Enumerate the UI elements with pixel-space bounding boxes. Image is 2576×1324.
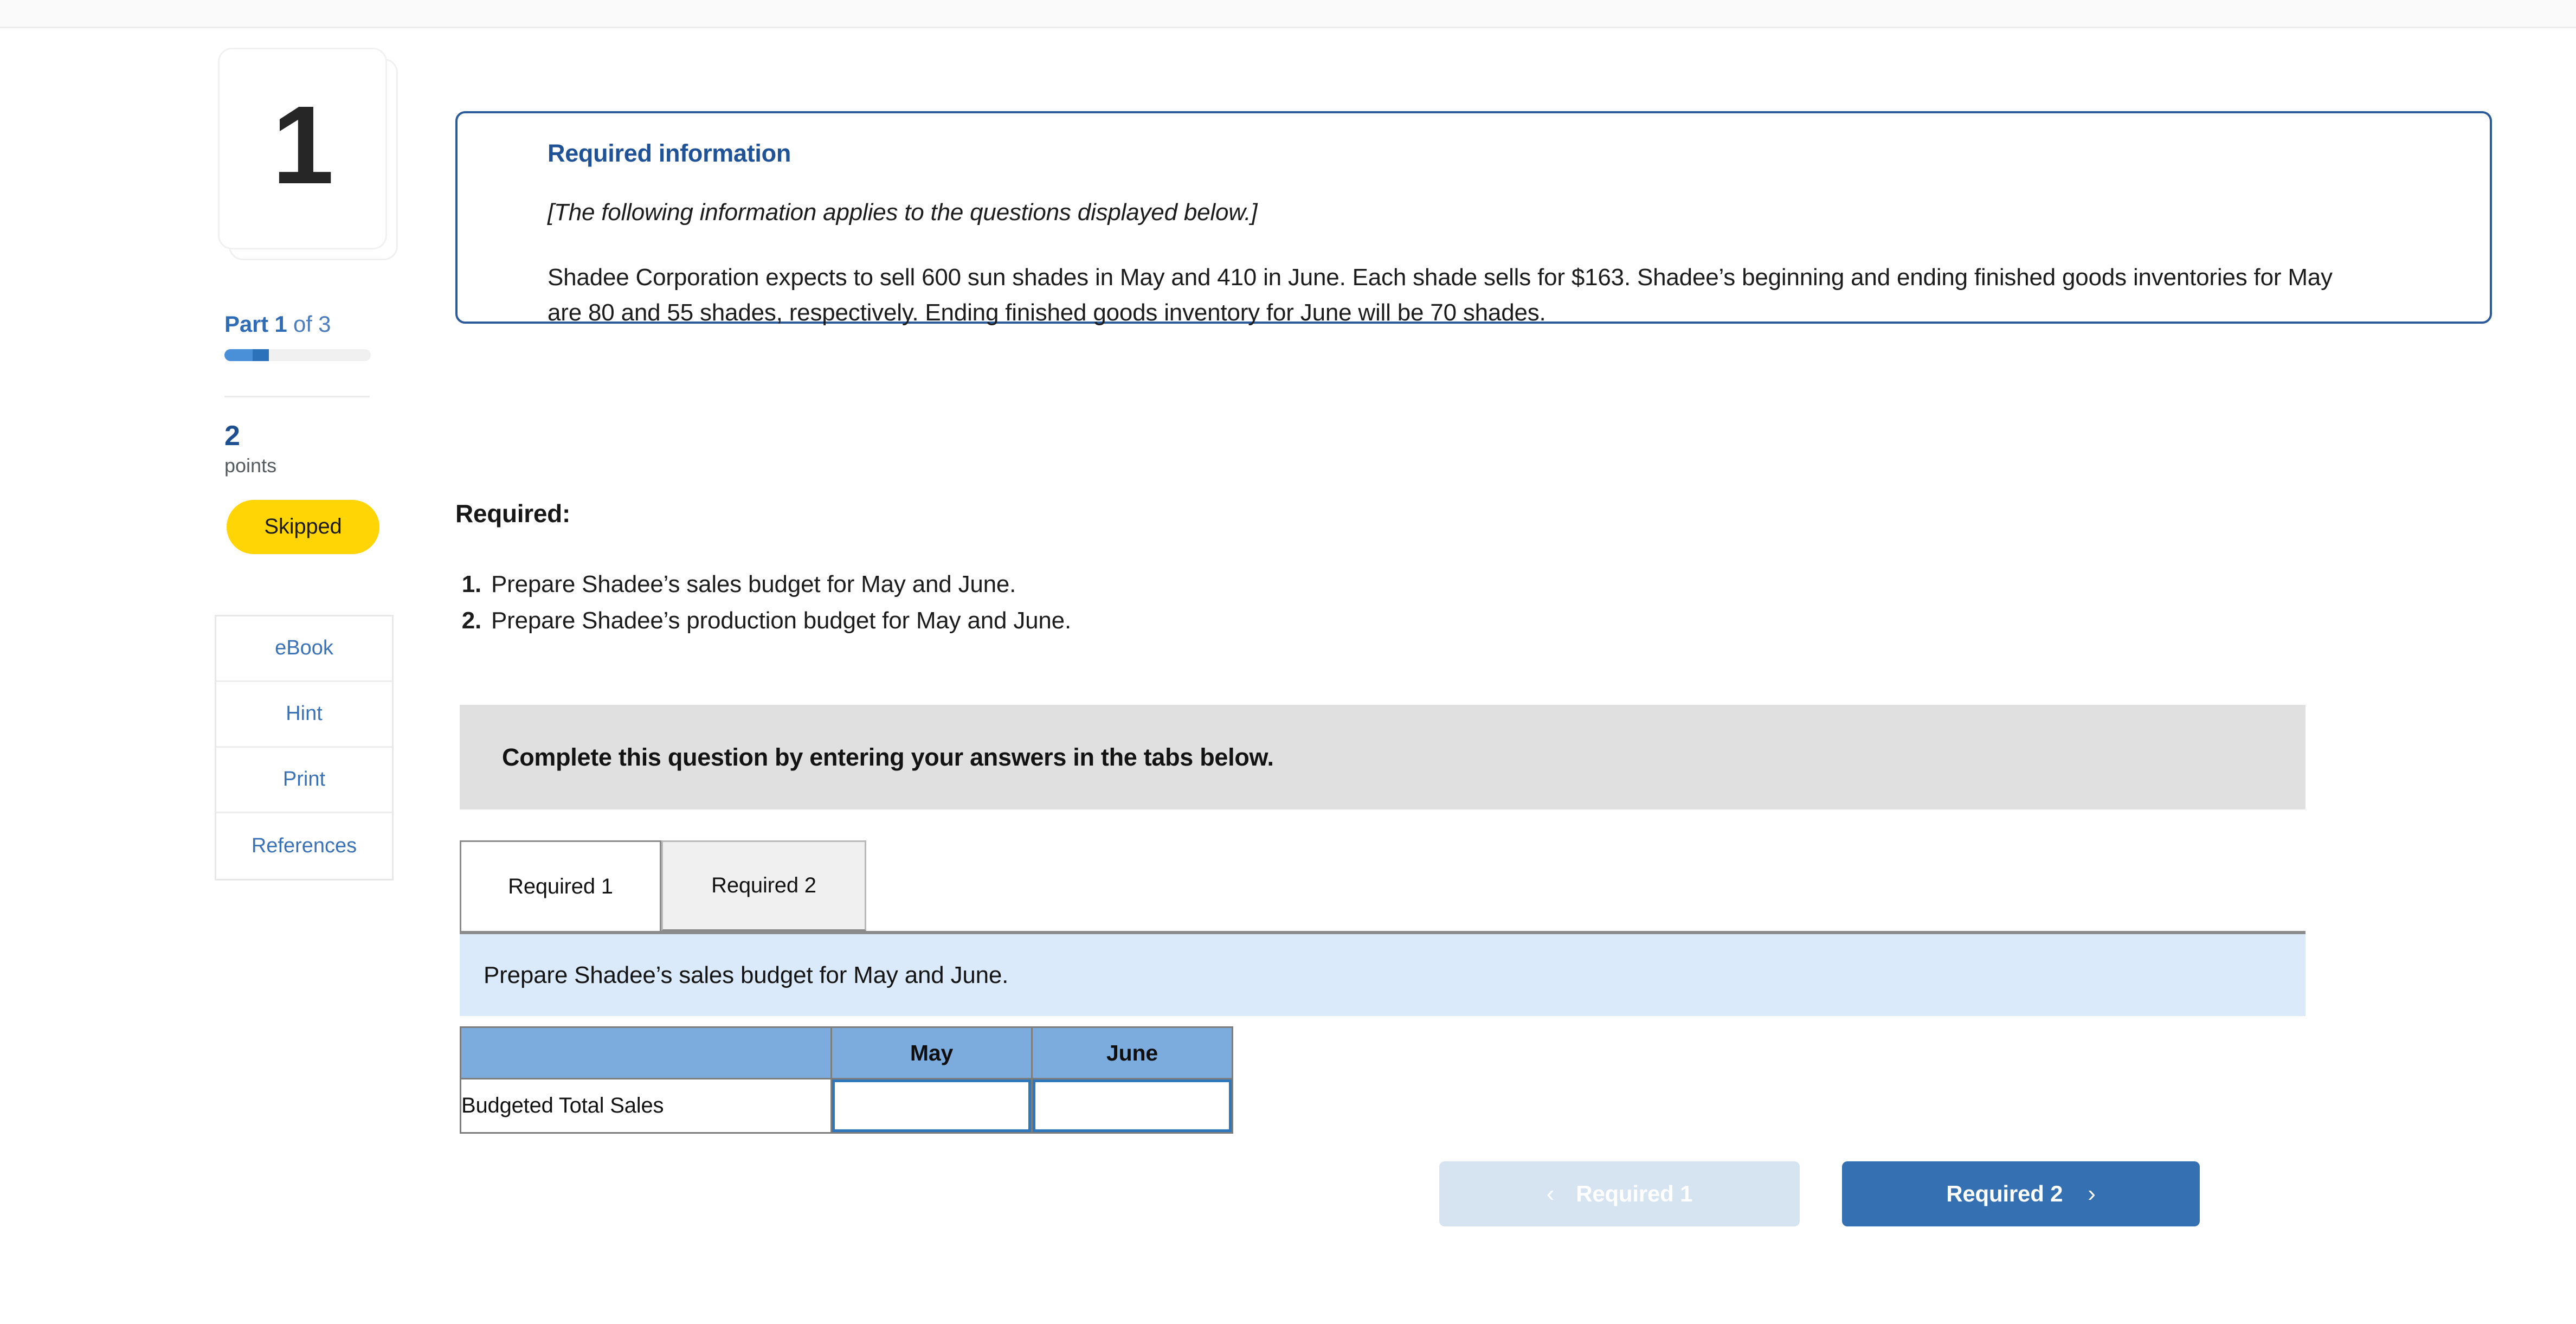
required-information-title: Required information xyxy=(548,139,791,167)
progress-segment-dark xyxy=(253,349,269,361)
previous-required-label: Required 1 xyxy=(1576,1181,1693,1206)
part-total: of 3 xyxy=(293,311,331,337)
budgeted-total-sales-june-input[interactable] xyxy=(1033,1079,1232,1132)
required-item-text: Prepare Shadee’s production budget for M… xyxy=(491,607,1071,634)
table-header-may: May xyxy=(830,1026,1033,1079)
table-body: Budgeted Total Sales xyxy=(460,1078,1233,1134)
required-information-note: [The following information applies to th… xyxy=(548,199,1258,226)
sales-budget-table: May June Budgeted Total Sales xyxy=(460,1026,1233,1134)
required-heading: Required: xyxy=(455,499,570,528)
required-information-inner: Required information [The following info… xyxy=(458,113,2490,330)
row-label-budgeted-total-sales: Budgeted Total Sales xyxy=(460,1078,832,1134)
tab-required-2[interactable]: Required 2 xyxy=(661,840,866,931)
part-number: 1 xyxy=(274,311,287,337)
part-prefix: Part xyxy=(224,311,268,337)
part-progress-bar xyxy=(224,349,371,361)
required-item-number: 2. xyxy=(461,607,481,634)
part-indicator: Part 1 of 3 xyxy=(215,311,405,337)
list-item: 2. Prepare Shadee’s production budget fo… xyxy=(455,603,1071,639)
sidebar-link-hint[interactable]: Hint xyxy=(216,682,392,748)
table-header-blank xyxy=(460,1026,832,1079)
tab-panel-subheader-text: Prepare Shadee’s sales budget for May an… xyxy=(484,961,1009,988)
points-label: points xyxy=(224,454,277,477)
required-item-number: 1. xyxy=(461,571,481,597)
sidebar-link-ebook[interactable]: eBook xyxy=(216,616,392,682)
required-information-body: Shadee Corporation expects to sell 600 s… xyxy=(548,264,2333,326)
resource-link-box: eBook Hint Print References xyxy=(215,614,394,880)
question-sidebar: 1 Part 1 of 3 2 points Skipped eBook Hin… xyxy=(215,47,405,880)
cell-may-container xyxy=(830,1078,1033,1134)
status-badge: Skipped xyxy=(227,499,379,554)
sidebar-link-print[interactable]: Print xyxy=(216,748,392,813)
budgeted-total-sales-may-input[interactable] xyxy=(832,1079,1031,1132)
tab-required-2-label: Required 2 xyxy=(711,873,816,897)
required-item-text: Prepare Shadee’s sales budget for May an… xyxy=(491,571,1016,597)
sidebar-link-references[interactable]: References xyxy=(216,813,392,879)
next-required-button[interactable]: Required 2 › xyxy=(1842,1161,2200,1226)
required-list: 1. Prepare Shadee’s sales budget for May… xyxy=(455,567,1071,639)
page-root: 1 Part 1 of 3 2 points Skipped eBook Hin… xyxy=(0,0,2576,1324)
tab-required-1[interactable]: Required 1 xyxy=(460,840,661,931)
answer-tab-strip: Required 1 Required 2 xyxy=(460,836,2305,931)
chevron-right-icon: › xyxy=(2088,1180,2096,1207)
chevron-left-icon: ‹ xyxy=(1546,1180,1555,1207)
table-header-june: June xyxy=(1031,1026,1233,1079)
table-row: Budgeted Total Sales xyxy=(460,1078,1233,1134)
question-number: 1 xyxy=(272,82,334,207)
required-information-panel: Required information [The following info… xyxy=(455,111,2492,326)
tab-navigation: ‹ Required 1 Required 2 › xyxy=(1439,1161,2200,1226)
progress-segment-light xyxy=(224,349,253,361)
previous-required-button[interactable]: ‹ Required 1 xyxy=(1439,1161,1800,1226)
instruction-bar: Complete this question by entering your … xyxy=(460,705,2305,809)
tab-panel-subheader: Prepare Shadee’s sales budget for May an… xyxy=(460,931,2305,1016)
cell-june-container xyxy=(1031,1078,1233,1134)
question-card-stack: 1 xyxy=(215,47,399,263)
browser-top-strip xyxy=(0,0,2576,28)
table-head: May June xyxy=(460,1026,1233,1079)
question-card-front: 1 xyxy=(218,48,387,249)
tab-required-1-label: Required 1 xyxy=(508,874,613,898)
instruction-bar-text: Complete this question by entering your … xyxy=(502,743,1274,771)
next-required-label: Required 2 xyxy=(1946,1181,2063,1206)
table-header-row: May June xyxy=(460,1026,1233,1079)
sidebar-divider xyxy=(224,396,370,397)
list-item: 1. Prepare Shadee’s sales budget for May… xyxy=(455,567,1071,603)
points-value: 2 xyxy=(224,420,240,452)
